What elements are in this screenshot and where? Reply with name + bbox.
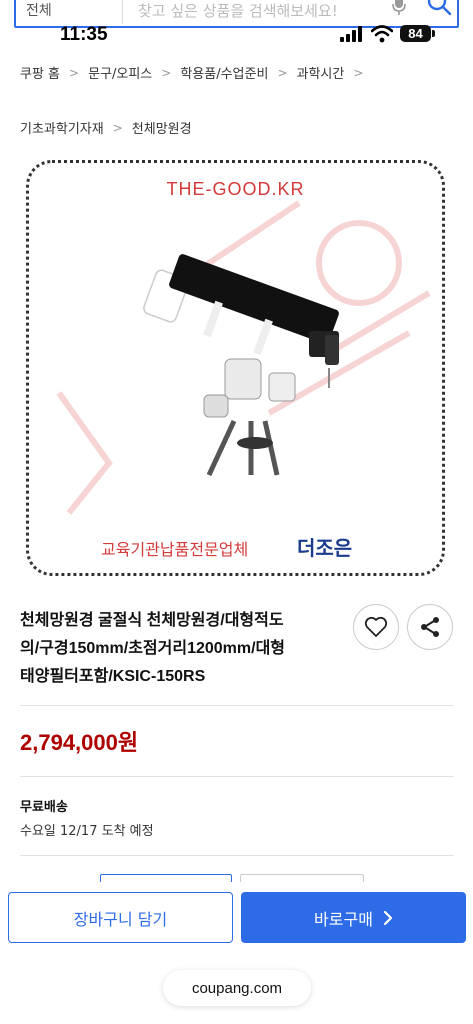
image-brand-text: THE-GOOD.KR [166, 179, 305, 199]
breadcrumb-item[interactable]: 쿠팡 홈 [20, 63, 60, 82]
product-title: 천체망원경 굴절식 천체망원경/대형적도 의/구경150mm/초점거리1200m… [20, 607, 340, 691]
share-icon [421, 617, 439, 637]
watermark-graphic [56, 200, 431, 515]
divider [20, 705, 454, 706]
wishlist-button[interactable] [353, 604, 399, 650]
breadcrumb-item[interactable]: 기초과학기자재 [20, 118, 104, 137]
status-time: 11:35 [60, 24, 108, 45]
breadcrumb-item[interactable]: 학용품/수업준비 [180, 63, 268, 82]
product-price: 2,794,000원 [20, 730, 139, 755]
image-caption: 교육기관납품전문업체 [101, 540, 249, 559]
search-icon[interactable] [426, 0, 452, 16]
chevron-right-icon [383, 910, 393, 925]
status-bar: 11:35 84 [0, 18, 473, 52]
chevron-right-icon: > [161, 65, 172, 80]
cellular-signal-icon [340, 26, 362, 42]
breadcrumb-item[interactable]: 문구/오피스 [88, 63, 152, 82]
chevron-right-icon: > [69, 65, 80, 80]
browser-url: coupang.com [191, 979, 283, 997]
product-title-line: 의/구경150mm/초점거리1200mm/대형 [20, 640, 286, 657]
shipping-label: 무료배송 [20, 799, 68, 814]
image-logo-text: 더조은 [297, 536, 353, 560]
chevron-right-icon: > [112, 120, 123, 135]
chevron-right-icon: > [353, 65, 364, 80]
mic-icon[interactable] [392, 0, 406, 16]
breadcrumb-item[interactable]: 과학시간 [297, 63, 345, 82]
battery-indicator: 84 [400, 25, 431, 42]
battery-tip [432, 30, 435, 37]
chevron-right-icon: > [277, 65, 288, 80]
breadcrumb: 쿠팡 홈 > 문구/오피스 > 학용품/수업준비 > 과학시간 > [20, 63, 372, 83]
add-to-cart-label: 장바구니 담기 [73, 909, 168, 929]
divider [20, 776, 454, 777]
share-button[interactable] [407, 604, 453, 650]
wifi-icon [371, 25, 393, 43]
search-category[interactable]: 전체 [26, 0, 52, 20]
shipping-arrival: 수요일 12/17 도착 예정 [20, 824, 154, 839]
bottom-action-bar: 장바구니 담기 바로구매 coupang.com [0, 882, 473, 1024]
product-title-line: 천체망원경 굴절식 천체망원경/대형적도 [20, 612, 284, 629]
heart-icon [364, 616, 388, 637]
buy-now-label: 바로구매 [314, 909, 373, 929]
product-title-line: 태양필터포함/KSIC-150RS [20, 668, 206, 685]
breadcrumb-sub: 기초과학기자재 > 천체망원경 [20, 118, 192, 138]
browser-url-bar[interactable]: coupang.com [163, 970, 311, 1006]
add-to-cart-button[interactable]: 장바구니 담기 [8, 892, 233, 943]
divider [20, 855, 454, 856]
product-image[interactable]: THE-GOOD.KR 교육기관납품전문업체 더조은 [26, 160, 445, 576]
breadcrumb-item[interactable]: 천체망원경 [132, 118, 192, 137]
buy-now-button[interactable]: 바로구매 [241, 892, 466, 943]
